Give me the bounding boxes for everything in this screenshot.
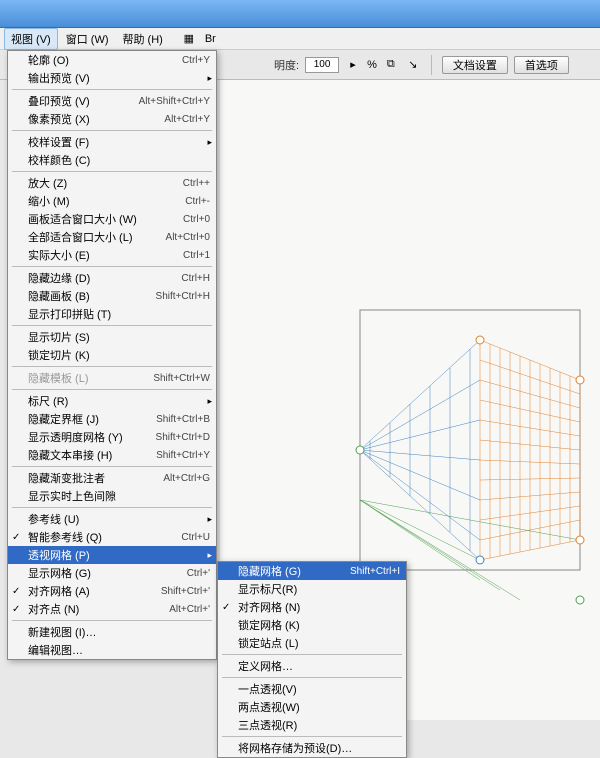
menu-bar: 视图 (V) 窗口 (W) 帮助 (H) ▦ Br (0, 28, 600, 50)
mi-output-preview[interactable]: 输出预览 (V)▸ (8, 69, 216, 87)
mi-show-transp[interactable]: 显示透明度网格 (Y)Shift+Ctrl+D (8, 428, 216, 446)
mi-hide-edges[interactable]: 隐藏边缘 (D)Ctrl+H (8, 269, 216, 287)
menu-view[interactable]: 视图 (V) (4, 28, 58, 50)
mi-show-slices[interactable]: 显示切片 (S) (8, 328, 216, 346)
mi-smart-guides[interactable]: ✓智能参考线 (Q)Ctrl+U (8, 528, 216, 546)
title-bar (0, 0, 600, 28)
sub-show-rulers[interactable]: 显示标尺(R) (218, 580, 406, 598)
sub-three-point[interactable]: 三点透视(R) (218, 716, 406, 734)
menu-bridge[interactable]: Br (199, 31, 222, 47)
menu-window[interactable]: 窗口 (W) (60, 29, 115, 49)
sub-define-grid[interactable]: 定义网格… (218, 657, 406, 675)
preferences-button[interactable]: 首选项 (514, 56, 569, 74)
check-icon: ✓ (12, 586, 20, 597)
mi-hide-gradient[interactable]: 隐藏渐变批注者Alt+Ctrl+G (8, 469, 216, 487)
mi-edit-views[interactable]: 编辑视图… (8, 641, 216, 659)
sub-save-preset[interactable]: 将网格存储为预设(D)… (218, 739, 406, 757)
mi-fit-all[interactable]: 全部适合窗口大小 (L)Alt+Ctrl+0 (8, 228, 216, 246)
mi-pixel-preview[interactable]: 像素预览 (X)Alt+Ctrl+Y (8, 110, 216, 128)
sub-lock-station[interactable]: 锁定站点 (L) (218, 634, 406, 652)
menu-help[interactable]: 帮助 (H) (117, 29, 169, 49)
mi-zoom-out[interactable]: 缩小 (M)Ctrl+- (8, 192, 216, 210)
sub-two-point[interactable]: 两点透视(W) (218, 698, 406, 716)
check-icon: ✓ (12, 604, 20, 615)
view-dropdown: 轮廓 (O)Ctrl+Y 输出预览 (V)▸ 叠印预览 (V)Alt+Shift… (7, 50, 217, 660)
mi-proof-colors[interactable]: 校样颜色 (C) (8, 151, 216, 169)
mi-hide-text-threads[interactable]: 隐藏文本串接 (H)Shift+Ctrl+Y (8, 446, 216, 464)
mi-proof-setup[interactable]: 校样设置 (F)▸ (8, 133, 216, 151)
mi-perspective-grid[interactable]: 透视网格 (P)▸ (8, 546, 216, 564)
sub-one-point[interactable]: 一点透视(V) (218, 680, 406, 698)
perspective-submenu: 隐藏网格 (G)Shift+Ctrl+I 显示标尺(R) ✓对齐网格 (N) 锁… (217, 561, 407, 758)
mi-snap-grid[interactable]: ✓对齐网格 (A)Shift+Ctrl+' (8, 582, 216, 600)
sub-snap-grid[interactable]: ✓对齐网格 (N) (218, 598, 406, 616)
check-icon: ✓ (12, 532, 20, 543)
mi-overprint[interactable]: 叠印预览 (V)Alt+Shift+Ctrl+Y (8, 92, 216, 110)
sub-hide-grid[interactable]: 隐藏网格 (G)Shift+Ctrl+I (218, 562, 406, 580)
mi-zoom-in[interactable]: 放大 (Z)Ctrl++ (8, 174, 216, 192)
mi-print-tiling[interactable]: 显示打印拼贴 (T) (8, 305, 216, 323)
mi-new-view[interactable]: 新建视图 (I)… (8, 623, 216, 641)
mi-hide-template: 隐藏模板 (L)Shift+Ctrl+W (8, 369, 216, 387)
chain-icon[interactable]: ⧉ (383, 57, 399, 73)
mi-hide-bbox[interactable]: 隐藏定界框 (J)Shift+Ctrl+B (8, 410, 216, 428)
mi-lock-slices[interactable]: 锁定切片 (K) (8, 346, 216, 364)
check-icon: ✓ (222, 602, 230, 613)
mi-outline[interactable]: 轮廓 (O)Ctrl+Y (8, 51, 216, 69)
mi-show-grid[interactable]: 显示网格 (G)Ctrl+' (8, 564, 216, 582)
mi-hide-artboards[interactable]: 隐藏画板 (B)Shift+Ctrl+H (8, 287, 216, 305)
mi-guides[interactable]: 参考线 (U)▸ (8, 510, 216, 528)
mi-fit-artboard[interactable]: 画板适合窗口大小 (W)Ctrl+0 (8, 210, 216, 228)
opacity-label: 明度: (274, 57, 299, 73)
percent-label: % (367, 59, 377, 71)
mi-rulers[interactable]: 标尺 (R)▸ (8, 392, 216, 410)
doc-setup-button[interactable]: 文档设置 (442, 56, 508, 74)
arrow-icon[interactable]: ↘ (405, 57, 421, 73)
chevron-right-icon[interactable]: ▸ (345, 57, 361, 73)
mi-actual-size[interactable]: 实际大小 (E)Ctrl+1 (8, 246, 216, 264)
mi-live-paint-gaps[interactable]: 显示实时上色间隙 (8, 487, 216, 505)
opacity-input[interactable] (305, 57, 339, 73)
grid-icon[interactable]: ▦ (181, 31, 197, 47)
sub-lock-grid[interactable]: 锁定网格 (K) (218, 616, 406, 634)
mi-snap-point[interactable]: ✓对齐点 (N)Alt+Ctrl+' (8, 600, 216, 618)
